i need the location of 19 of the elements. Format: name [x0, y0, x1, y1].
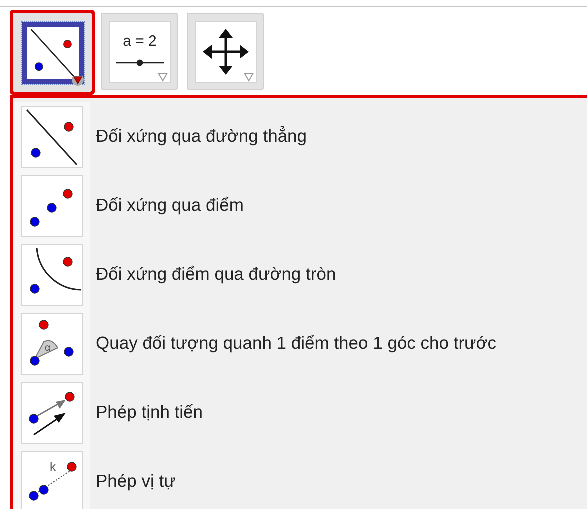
tool-button[interactable]: a = 2 [101, 13, 178, 90]
menu-item[interactable]: Phép tịnh tiến [96, 402, 204, 423]
tool-button[interactable] [13, 13, 92, 92]
rotation-angle-icon: α [20, 312, 82, 374]
menu-item[interactable]: Phép vị tự [96, 471, 176, 492]
vector-arrows-icon [20, 382, 82, 444]
dilation-dots-icon: k [20, 450, 82, 509]
slider-icon: a = 2 [108, 20, 170, 82]
dropdown-triangle-icon [243, 73, 255, 83]
menu-item[interactable]: Đối xứng điểm qua đường tròn [96, 264, 336, 285]
dropdown-triangle-icon [157, 73, 169, 83]
menu-item[interactable]: Quay đối tượng quanh 1 điểm theo 1 góc cho trước [96, 333, 497, 354]
arc-dots-icon [20, 244, 82, 306]
dropdown-triangle-icon [72, 76, 84, 86]
menu-item[interactable]: Đối xứng qua điểm [96, 195, 244, 216]
dots-icon [20, 174, 82, 236]
move-arrows-icon [194, 20, 256, 82]
menu-item[interactable]: Đối xứng qua đường thẳng [96, 126, 308, 147]
tool-button[interactable] [187, 13, 264, 90]
